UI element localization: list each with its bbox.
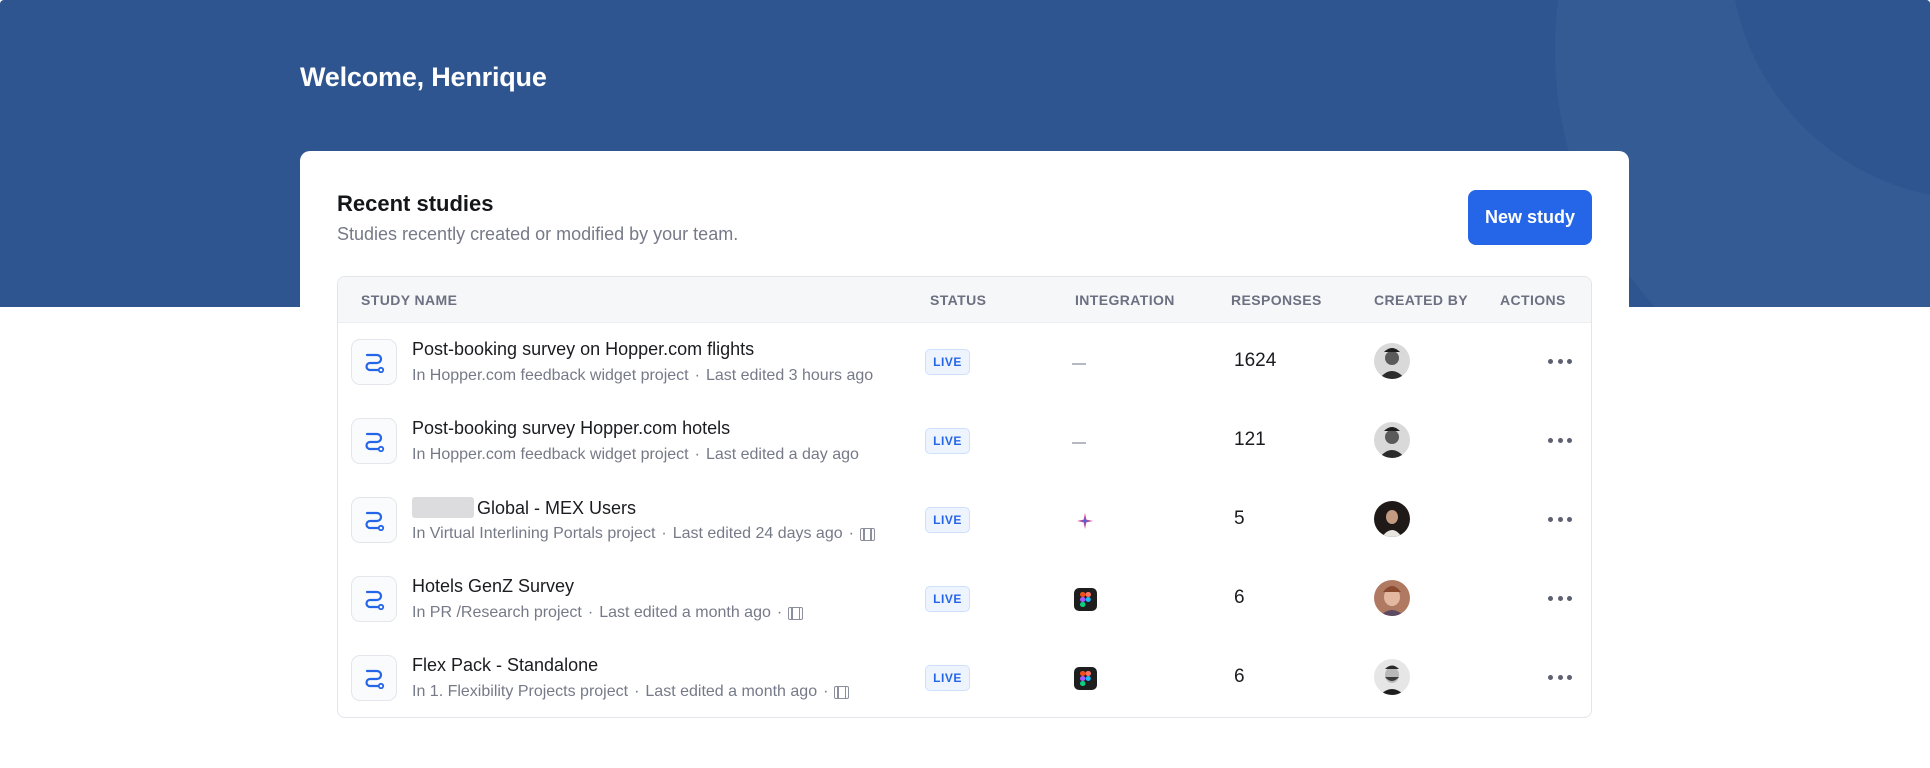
no-integration-dash [1072, 363, 1086, 365]
more-actions-button[interactable] [1548, 667, 1572, 687]
sparkle-icon [1077, 513, 1093, 529]
status-badge: LIVE [925, 428, 970, 454]
study-meta: In PR /Research project · Last edited a m… [412, 604, 804, 622]
study-name-link[interactable]: Post-booking survey on Hopper.com flight… [412, 339, 754, 360]
study-meta: In 1. Flexibility Projects project · Last… [412, 683, 850, 701]
film-icon [788, 606, 804, 620]
table-row[interactable]: Flex Pack - Standalone In 1. Flexibility… [338, 639, 1591, 717]
column-header-actions: ACTIONS [1500, 292, 1566, 308]
more-actions-button[interactable] [1548, 509, 1572, 529]
figma-icon [1074, 667, 1097, 690]
responses-count: 121 [1234, 429, 1266, 450]
no-integration-dash [1072, 442, 1086, 444]
column-header-status[interactable]: STATUS [930, 292, 986, 308]
responses-count: 5 [1234, 508, 1245, 529]
status-badge: LIVE [925, 665, 970, 691]
new-study-button[interactable]: New study [1468, 190, 1592, 245]
table-row[interactable]: Global - MEX Users In Virtual Interlinin… [338, 481, 1591, 560]
creator-avatar[interactable] [1374, 501, 1410, 537]
responses-count: 6 [1234, 666, 1245, 687]
study-flow-icon [351, 497, 397, 543]
film-icon [859, 527, 875, 541]
study-flow-icon [351, 655, 397, 701]
study-name-link[interactable]: Hotels GenZ Survey [412, 576, 574, 597]
study-last-edited: Last edited 3 hours ago [705, 367, 874, 384]
studies-table: STUDY NAME STATUS INTEGRATION RESPONSES … [337, 276, 1592, 718]
study-last-edited: Last edited 24 days ago [672, 525, 843, 542]
column-header-responses[interactable]: RESPONSES [1231, 292, 1322, 308]
study-flow-icon [351, 418, 397, 464]
redacted-text [412, 497, 474, 518]
study-project: In Hopper.com feedback widget project [412, 367, 689, 384]
responses-count: 6 [1234, 587, 1245, 608]
table-header: STUDY NAME STATUS INTEGRATION RESPONSES … [338, 277, 1591, 323]
more-actions-button[interactable] [1548, 430, 1572, 450]
creator-avatar[interactable] [1374, 659, 1410, 695]
column-header-created-by[interactable]: CREATED BY [1374, 292, 1468, 308]
card-subtitle: Studies recently created or modified by … [337, 224, 739, 244]
film-icon [834, 685, 850, 699]
creator-avatar[interactable] [1374, 422, 1410, 458]
table-row[interactable]: Post-booking survey Hopper.com hotels In… [338, 402, 1591, 481]
welcome-heading: Welcome, Henrique [300, 62, 547, 92]
table-row[interactable]: Post-booking survey on Hopper.com flight… [338, 323, 1591, 402]
column-header-integration[interactable]: INTEGRATION [1075, 292, 1175, 308]
table-row[interactable]: Hotels GenZ Survey In PR /Research proje… [338, 560, 1591, 639]
figma-icon [1074, 588, 1097, 611]
column-header-study-name[interactable]: STUDY NAME [361, 292, 457, 308]
study-flow-icon [351, 339, 397, 385]
study-name-link[interactable]: Post-booking survey Hopper.com hotels [412, 418, 730, 439]
study-project: In PR /Research project [412, 604, 582, 621]
study-name-text: Global - MEX Users [477, 498, 637, 518]
status-badge: LIVE [925, 586, 970, 612]
creator-avatar[interactable] [1374, 343, 1410, 379]
card-title: Recent studies [337, 191, 494, 216]
responses-count: 1624 [1234, 350, 1277, 371]
more-actions-button[interactable] [1548, 588, 1572, 608]
study-project: In Hopper.com feedback widget project [412, 446, 689, 463]
more-actions-button[interactable] [1548, 351, 1572, 371]
study-last-edited: Last edited a month ago [645, 683, 818, 700]
study-name-link[interactable]: Global - MEX Users [412, 497, 636, 519]
study-meta: In Hopper.com feedback widget project · L… [412, 446, 859, 463]
study-name-link[interactable]: Flex Pack - Standalone [412, 655, 598, 676]
study-meta: In Hopper.com feedback widget project · L… [412, 367, 874, 384]
recent-studies-card: Recent studies Studies recently created … [300, 151, 1629, 741]
study-last-edited: Last edited a month ago [599, 604, 771, 621]
study-project: In 1. Flexibility Projects project [412, 683, 629, 700]
study-meta: In Virtual Interlining Portals project · … [412, 525, 875, 543]
study-flow-icon [351, 576, 397, 622]
status-badge: LIVE [925, 349, 970, 375]
study-last-edited: Last edited a day ago [705, 446, 859, 463]
creator-avatar[interactable] [1374, 580, 1410, 616]
status-badge: LIVE [925, 507, 970, 533]
study-project: In Virtual Interlining Portals project [412, 525, 656, 542]
